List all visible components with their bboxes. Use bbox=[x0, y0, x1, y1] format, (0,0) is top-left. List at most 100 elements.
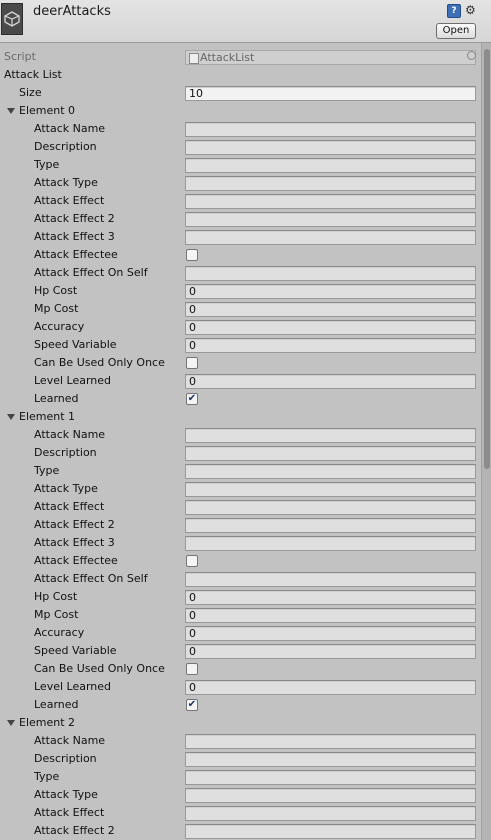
object-picker-icon[interactable] bbox=[467, 51, 476, 60]
element-foldout-1[interactable]: Element 1 bbox=[0, 408, 480, 426]
element-1-description-row: Description bbox=[0, 444, 480, 462]
accuracy-label: Accuracy bbox=[34, 626, 85, 639]
attack-type-label: Attack Type bbox=[34, 482, 98, 495]
attack-effect-2-label: Attack Effect 2 bbox=[34, 518, 115, 531]
attack-effectee-checkbox[interactable] bbox=[186, 555, 198, 567]
foldout-arrow-icon[interactable] bbox=[7, 720, 15, 726]
attack-name-label: Attack Name bbox=[34, 122, 106, 135]
attack-effect-2-label: Attack Effect 2 bbox=[34, 212, 115, 225]
element-1-attack-effectee-row: Attack Effectee bbox=[0, 552, 480, 570]
type-field[interactable] bbox=[185, 464, 476, 479]
attack-effect-field[interactable] bbox=[185, 194, 476, 209]
description-label: Description bbox=[34, 446, 97, 459]
learned-checkbox[interactable]: ✔ bbox=[186, 699, 198, 711]
description-field[interactable] bbox=[185, 140, 476, 155]
vertical-scrollbar[interactable] bbox=[481, 43, 491, 840]
can-be-used-only-once-checkbox[interactable] bbox=[186, 357, 198, 369]
element-1-can-be-used-only-once-row: Can Be Used Only Once bbox=[0, 660, 480, 678]
attack-name-field[interactable] bbox=[185, 428, 476, 443]
level-learned-field[interactable]: 0 bbox=[185, 680, 476, 695]
element-2-type-row: Type bbox=[0, 768, 480, 786]
mp-cost-label: Mp Cost bbox=[34, 302, 79, 315]
element-label: Element 1 bbox=[19, 410, 76, 423]
description-field[interactable] bbox=[185, 446, 476, 461]
hp-cost-label: Hp Cost bbox=[34, 590, 78, 603]
element-0-learned-row: Learned ✔ bbox=[0, 390, 480, 408]
attack-name-label: Attack Name bbox=[34, 428, 106, 441]
attack-type-label: Attack Type bbox=[34, 176, 98, 189]
element-0-attack-effectee-row: Attack Effectee bbox=[0, 246, 480, 264]
size-field-value: 10 bbox=[189, 87, 203, 100]
foldout-arrow-icon[interactable] bbox=[7, 414, 15, 420]
help-icon[interactable]: ? bbox=[447, 4, 461, 18]
element-foldout-2[interactable]: Element 2 bbox=[0, 714, 480, 732]
attack-effect-on-self-field[interactable] bbox=[185, 266, 476, 281]
accuracy-field[interactable]: 0 bbox=[185, 320, 476, 335]
attack-effect-3-field[interactable] bbox=[185, 230, 476, 245]
element-0-description-row: Description bbox=[0, 138, 480, 156]
description-label: Description bbox=[34, 752, 97, 765]
script-field[interactable]: AttackList bbox=[185, 50, 476, 65]
attack-name-field[interactable] bbox=[185, 122, 476, 137]
attack-effectee-label: Attack Effectee bbox=[34, 554, 118, 567]
inspector-header: deerAttacks ? ⚙ Open bbox=[0, 0, 491, 43]
hp-cost-field-value: 0 bbox=[189, 285, 196, 298]
attack-effect-2-field[interactable] bbox=[185, 824, 476, 839]
foldout-arrow-icon[interactable] bbox=[7, 108, 15, 114]
element-2-attack-type-row: Attack Type bbox=[0, 786, 480, 804]
learned-label: Learned bbox=[34, 698, 79, 711]
attack-list-header: Attack List bbox=[0, 66, 480, 84]
attack-effect-2-field[interactable] bbox=[185, 212, 476, 227]
learned-checkbox[interactable]: ✔ bbox=[186, 393, 198, 405]
attack-effect-2-field[interactable] bbox=[185, 518, 476, 533]
element-foldout-0[interactable]: Element 0 bbox=[0, 102, 480, 120]
element-0-attack-effect-row: Attack Effect bbox=[0, 192, 480, 210]
element-1-mp-cost-row: Mp Cost 0 bbox=[0, 606, 480, 624]
attack-effect-label: Attack Effect bbox=[34, 500, 105, 513]
speed-variable-field[interactable]: 0 bbox=[185, 644, 476, 659]
mp-cost-field[interactable]: 0 bbox=[185, 608, 476, 623]
type-label: Type bbox=[34, 770, 60, 783]
attack-effect-field[interactable] bbox=[185, 806, 476, 821]
can-be-used-only-once-checkbox[interactable] bbox=[186, 663, 198, 675]
attack-type-field[interactable] bbox=[185, 482, 476, 497]
script-asset-icon bbox=[189, 53, 199, 64]
attack-effectee-checkbox[interactable] bbox=[186, 249, 198, 261]
attack-effect-3-field[interactable] bbox=[185, 536, 476, 551]
element-1-attack-effect-3-row: Attack Effect 3 bbox=[0, 534, 480, 552]
attack-list-label: Attack List bbox=[4, 68, 62, 81]
element-0-attack-effect-2-row: Attack Effect 2 bbox=[0, 210, 480, 228]
attack-effect-on-self-label: Attack Effect On Self bbox=[34, 266, 148, 279]
description-field[interactable] bbox=[185, 752, 476, 767]
speed-variable-field[interactable]: 0 bbox=[185, 338, 476, 353]
attack-effect-field[interactable] bbox=[185, 500, 476, 515]
hp-cost-field-value: 0 bbox=[189, 591, 196, 604]
element-0-type-row: Type bbox=[0, 156, 480, 174]
element-label: Element 0 bbox=[19, 104, 76, 117]
script-row: Script AttackList bbox=[0, 48, 480, 66]
script-field-value: AttackList bbox=[200, 51, 255, 64]
scrollbar-thumb[interactable] bbox=[484, 49, 490, 469]
hp-cost-field[interactable]: 0 bbox=[185, 590, 476, 605]
attack-type-field[interactable] bbox=[185, 788, 476, 803]
accuracy-field[interactable]: 0 bbox=[185, 626, 476, 641]
mp-cost-field[interactable]: 0 bbox=[185, 302, 476, 317]
element-0-attack-name-row: Attack Name bbox=[0, 120, 480, 138]
level-learned-field-value: 0 bbox=[189, 681, 196, 694]
open-button[interactable]: Open bbox=[436, 23, 476, 39]
type-field[interactable] bbox=[185, 158, 476, 173]
hp-cost-field[interactable]: 0 bbox=[185, 284, 476, 299]
size-field[interactable]: 10 bbox=[185, 86, 476, 101]
attack-name-field[interactable] bbox=[185, 734, 476, 749]
element-1-attack-effect-2-row: Attack Effect 2 bbox=[0, 516, 480, 534]
attack-type-field[interactable] bbox=[185, 176, 476, 191]
element-1-learned-row: Learned ✔ bbox=[0, 696, 480, 714]
gear-icon[interactable]: ⚙ bbox=[465, 3, 476, 17]
element-2-attack-effect-2-row: Attack Effect 2 bbox=[0, 822, 480, 840]
attack-effect-on-self-field[interactable] bbox=[185, 572, 476, 587]
element-2-attack-name-row: Attack Name bbox=[0, 732, 480, 750]
element-0-attack-effect-3-row: Attack Effect 3 bbox=[0, 228, 480, 246]
level-learned-field-value: 0 bbox=[189, 375, 196, 388]
level-learned-field[interactable]: 0 bbox=[185, 374, 476, 389]
type-field[interactable] bbox=[185, 770, 476, 785]
